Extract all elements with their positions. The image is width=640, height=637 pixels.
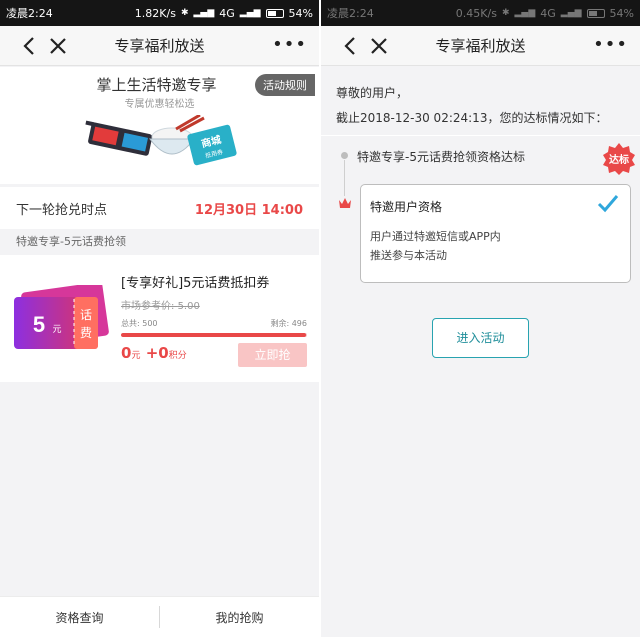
status-bar: 凌晨2:24 0.45K/s ✱ ▂▄▆ 4G ▂▄▆ 54% bbox=[321, 0, 640, 26]
coupon-unit: 元 bbox=[52, 324, 61, 334]
bottom-tab-bar: 资格查询 我的抢购 bbox=[0, 596, 319, 637]
more-menu-button[interactable]: ••• bbox=[593, 36, 628, 54]
signal-icon-2: ▂▄▆ bbox=[239, 8, 261, 18]
status-time: 凌晨2:24 bbox=[327, 7, 374, 20]
close-icon[interactable] bbox=[46, 34, 70, 58]
crown-icon bbox=[339, 198, 351, 208]
section-title: 特邀专享-5元话费抢领 bbox=[16, 235, 126, 248]
tab-eligibility-query[interactable]: 资格查询 bbox=[0, 609, 159, 626]
left-screen: 凌晨2:24 1.82K/s ✱ ▂▄▆ 4G ▂▄▆ 54% 专享福利放送 •… bbox=[0, 0, 319, 637]
stock-progress-bar bbox=[121, 333, 307, 337]
next-round-label: 下一轮抢兑时点 bbox=[16, 202, 108, 218]
timeline-line bbox=[344, 160, 345, 196]
coupon-type-2: 费 bbox=[80, 326, 92, 340]
next-round-time: 12月30日 14:00 bbox=[194, 202, 303, 218]
grab-now-button[interactable]: 立即抢 bbox=[238, 343, 307, 367]
eligibility-desc-line-2: 推送参与本活动 bbox=[370, 249, 447, 262]
coupon-value: 5 bbox=[33, 312, 45, 337]
nav-bar: 专享福利放送 ••• bbox=[321, 26, 640, 66]
back-icon[interactable] bbox=[18, 34, 42, 58]
status-time: 凌晨2:24 bbox=[6, 7, 53, 20]
total-stock: 总共: 500 bbox=[121, 319, 158, 328]
market-price-value: 5.00 bbox=[177, 301, 200, 312]
separator bbox=[321, 135, 640, 136]
banner-subtitle: 专属优惠轻松选 bbox=[124, 99, 195, 110]
3d-glasses-icon bbox=[85, 120, 153, 156]
coupon-type-1: 话 bbox=[80, 308, 92, 322]
remaining-stock: 剩余: 496 bbox=[270, 319, 307, 328]
stock-info: 总共: 500 剩余: 496 bbox=[121, 318, 307, 329]
price-unit: 元 bbox=[131, 351, 141, 361]
nav-bar: 专享福利放送 ••• bbox=[0, 26, 319, 66]
product-name: [专享好礼]5元话费抵扣券 bbox=[121, 276, 270, 291]
promo-banner: 掌上生活特邀专享 专属优惠轻松选 活动规则 商城 抵用券 bbox=[0, 67, 319, 184]
signal-icon-2: ▂▄▆ bbox=[560, 8, 582, 18]
eligibility-title: 特邀用户资格 bbox=[370, 200, 443, 214]
more-menu-button[interactable]: ••• bbox=[272, 36, 307, 54]
greeting-text: 尊敬的用户， bbox=[336, 86, 409, 100]
milestone-title: 特邀专享-5元话费抢领资格达标 bbox=[357, 150, 525, 164]
battery-icon bbox=[265, 8, 284, 18]
check-icon bbox=[597, 195, 619, 213]
close-icon[interactable] bbox=[367, 34, 391, 58]
right-screen: 凌晨2:24 0.45K/s ✱ ▂▄▆ 4G ▂▄▆ 54% 专享福利放送 •… bbox=[321, 0, 640, 637]
network-speed: 1.82K/s bbox=[134, 6, 176, 20]
eligibility-description: 用户通过特邀短信或APP内 推送参与本活动 bbox=[370, 227, 550, 265]
battery-level: 54% bbox=[288, 6, 313, 20]
market-price-label: 市场参考价: bbox=[121, 301, 178, 312]
eligibility-desc-line-1: 用户通过特邀短信或APP内 bbox=[370, 230, 501, 243]
eligibility-card: 特邀用户资格 用户通过特邀短信或APP内 推送参与本活动 bbox=[360, 184, 631, 283]
price-amount: 0 bbox=[121, 344, 132, 362]
status-bar: 凌晨2:24 1.82K/s ✱ ▂▄▆ 4G ▂▄▆ 54% bbox=[0, 0, 319, 26]
qualified-badge: 达标 bbox=[603, 143, 635, 175]
coupon-image: 5 元 话 费 bbox=[14, 285, 109, 349]
signal-icon: ▂▄▆ bbox=[193, 8, 215, 18]
price-plus: + bbox=[145, 344, 159, 362]
enter-activity-button[interactable]: 进入活动 bbox=[432, 318, 529, 358]
battery-icon bbox=[586, 8, 605, 18]
tab-my-purchases[interactable]: 我的抢购 bbox=[160, 609, 319, 626]
next-round-row: 下一轮抢兑时点 12月30日 14:00 bbox=[0, 187, 319, 229]
network-type: 4G bbox=[540, 6, 556, 20]
product-card[interactable]: 5 元 话 费 [专享好礼]5元话费抵扣券 市场参考价: 5.00 总共: 50… bbox=[0, 255, 319, 382]
rules-button[interactable]: 活动规则 bbox=[255, 74, 315, 96]
back-icon[interactable] bbox=[339, 34, 363, 58]
deadline-text: 截止2018-12-30 02:24:13，您的达标情况如下： bbox=[336, 111, 608, 125]
mall-voucher-tag: 商城 抵用券 bbox=[187, 124, 237, 166]
stock-progress-fill bbox=[121, 333, 306, 337]
market-price: 市场参考价: 5.00 bbox=[121, 297, 200, 312]
timeline-dot bbox=[341, 152, 348, 159]
bluetooth-icon: ✱ bbox=[180, 8, 189, 18]
badge-text: 达标 bbox=[609, 153, 629, 166]
signal-icon: ▂▄▆ bbox=[514, 8, 536, 18]
battery-level: 54% bbox=[609, 6, 634, 20]
product-price: 0元 +0积分 bbox=[121, 344, 187, 362]
network-speed: 0.45K/s bbox=[455, 6, 497, 20]
points-unit: 积分 bbox=[168, 351, 187, 361]
network-type: 4G bbox=[219, 6, 235, 20]
points-amount: 0 bbox=[158, 344, 169, 362]
banner-illustration: 商城 抵用券 bbox=[85, 115, 237, 166]
bluetooth-icon: ✱ bbox=[501, 8, 510, 18]
